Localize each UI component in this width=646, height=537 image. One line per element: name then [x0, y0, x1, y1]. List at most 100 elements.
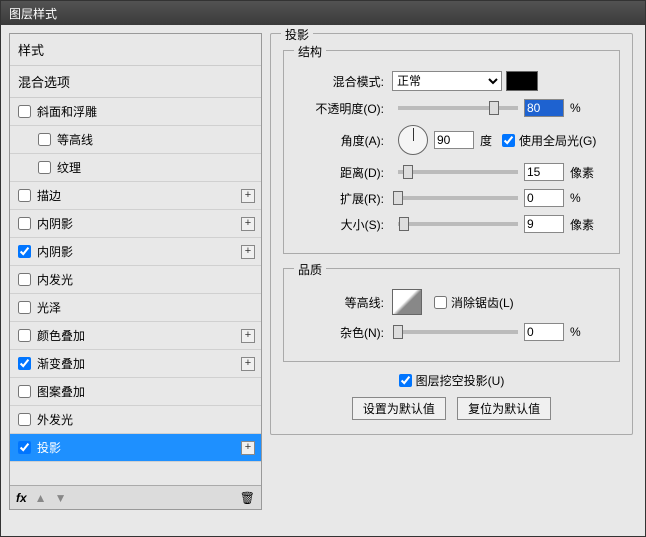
antialias-checkbox[interactable] [434, 296, 447, 309]
style-item-0[interactable]: 斜面和浮雕 [10, 98, 261, 126]
style-label: 等高线 [57, 131, 93, 148]
add-instance-icon[interactable]: + [241, 441, 255, 455]
style-checkbox[interactable] [18, 385, 31, 398]
style-checkbox[interactable] [18, 245, 31, 258]
style-label: 内发光 [37, 271, 73, 288]
style-label: 光泽 [37, 299, 61, 316]
angle-label: 角度(A): [294, 132, 384, 149]
spread-label: 扩展(R): [294, 190, 384, 207]
style-item-6[interactable]: 内发光 [10, 266, 261, 294]
drop-shadow-group: 投影 结构 混合模式: 正常 不透明度(O): % [270, 33, 633, 435]
knockout-checkbox[interactable] [399, 374, 412, 387]
global-light-label: 使用全局光(G) [519, 132, 596, 149]
size-input[interactable] [524, 215, 564, 233]
size-slider[interactable] [398, 222, 518, 226]
style-label: 内阴影 [37, 243, 73, 260]
add-instance-icon[interactable]: + [241, 217, 255, 231]
global-light-checkbox[interactable] [502, 134, 515, 147]
noise-input[interactable] [524, 323, 564, 341]
add-instance-icon[interactable]: + [241, 245, 255, 259]
trash-icon[interactable]: 🗑 [240, 491, 255, 505]
spread-slider[interactable] [398, 196, 518, 200]
opacity-unit: % [570, 101, 581, 115]
noise-slider[interactable] [398, 330, 518, 334]
angle-unit: 度 [480, 132, 492, 149]
style-item-3[interactable]: 描边 + [10, 182, 261, 210]
title-bar: 图层样式 [1, 1, 645, 25]
blend-mode-select[interactable]: 正常 [392, 71, 502, 91]
style-label: 投影 [37, 439, 61, 456]
size-label: 大小(S): [294, 216, 384, 233]
size-unit: 像素 [570, 216, 594, 233]
style-checkbox[interactable] [18, 357, 31, 370]
opacity-input[interactable] [524, 99, 564, 117]
move-down-icon[interactable]: ▼ [55, 491, 67, 505]
structure-group: 结构 混合模式: 正常 不透明度(O): % 角度(A): [283, 50, 620, 254]
style-checkbox[interactable] [18, 273, 31, 286]
structure-title: 结构 [294, 43, 326, 60]
style-item-12[interactable]: 投影 + [10, 434, 261, 462]
style-item-9[interactable]: 渐变叠加 + [10, 350, 261, 378]
opacity-label: 不透明度(O): [294, 100, 384, 117]
style-checkbox[interactable] [18, 329, 31, 342]
style-label: 斜面和浮雕 [37, 103, 97, 120]
panel-footer: fx ▲ ▼ 🗑 [10, 485, 261, 509]
style-label: 内阴影 [37, 215, 73, 232]
distance-slider[interactable] [398, 170, 518, 174]
styles-panel: 样式 混合选项 斜面和浮雕等高线纹理描边+内阴影+内阴影+内发光光泽颜色叠加+渐… [9, 33, 262, 510]
style-label: 渐变叠加 [37, 355, 85, 372]
settings-panel: 投影 结构 混合模式: 正常 不透明度(O): % [266, 25, 645, 510]
style-checkbox[interactable] [18, 413, 31, 426]
angle-dial[interactable] [398, 125, 428, 155]
quality-title: 品质 [294, 261, 326, 278]
style-label: 描边 [37, 187, 61, 204]
noise-unit: % [570, 325, 581, 339]
style-checkbox[interactable] [18, 105, 31, 118]
add-instance-icon[interactable]: + [241, 357, 255, 371]
blend-mode-label: 混合模式: [294, 73, 384, 90]
add-instance-icon[interactable]: + [241, 189, 255, 203]
style-checkbox[interactable] [38, 161, 51, 174]
style-checkbox[interactable] [18, 217, 31, 230]
make-default-button[interactable]: 设置为默认值 [352, 397, 446, 420]
style-item-11[interactable]: 外发光 [10, 406, 261, 434]
distance-input[interactable] [524, 163, 564, 181]
style-checkbox[interactable] [38, 133, 51, 146]
style-checkbox[interactable] [18, 189, 31, 202]
style-checkbox[interactable] [18, 301, 31, 314]
noise-label: 杂色(N): [294, 324, 384, 341]
panel-title: 投影 [281, 26, 313, 43]
fx-label[interactable]: fx [16, 491, 27, 505]
style-item-7[interactable]: 光泽 [10, 294, 261, 322]
style-checkbox[interactable] [18, 441, 31, 454]
style-item-2[interactable]: 纹理 [10, 154, 261, 182]
style-list: 斜面和浮雕等高线纹理描边 + 内阴影 + 内阴影 + 内发光光泽颜色叠加 + 渐变叠加 + 图案叠加… [10, 98, 261, 485]
style-label: 图案叠加 [37, 383, 85, 400]
knockout-label: 图层挖空投影(U) [416, 372, 505, 389]
styles-header[interactable]: 样式 [10, 34, 261, 66]
style-item-8[interactable]: 颜色叠加 + [10, 322, 261, 350]
contour-picker[interactable] [392, 289, 422, 315]
reset-default-button[interactable]: 复位为默认值 [457, 397, 551, 420]
spread-input[interactable] [524, 189, 564, 207]
distance-unit: 像素 [570, 164, 594, 181]
blend-options[interactable]: 混合选项 [10, 66, 261, 98]
style-item-4[interactable]: 内阴影 + [10, 210, 261, 238]
add-instance-icon[interactable]: + [241, 329, 255, 343]
spread-unit: % [570, 191, 581, 205]
style-item-5[interactable]: 内阴影 + [10, 238, 261, 266]
distance-label: 距离(D): [294, 164, 384, 181]
window-title: 图层样式 [9, 7, 57, 21]
angle-input[interactable] [434, 131, 474, 149]
move-up-icon[interactable]: ▲ [35, 491, 47, 505]
style-item-10[interactable]: 图案叠加 [10, 378, 261, 406]
opacity-slider[interactable] [398, 106, 518, 110]
style-item-1[interactable]: 等高线 [10, 126, 261, 154]
style-label: 颜色叠加 [37, 327, 85, 344]
contour-label: 等高线: [294, 294, 384, 311]
quality-group: 品质 等高线: 消除锯齿(L) 杂色(N): % [283, 268, 620, 362]
style-label: 纹理 [57, 159, 81, 176]
style-label: 外发光 [37, 411, 73, 428]
antialias-label: 消除锯齿(L) [451, 294, 514, 311]
shadow-color-swatch[interactable] [506, 71, 538, 91]
